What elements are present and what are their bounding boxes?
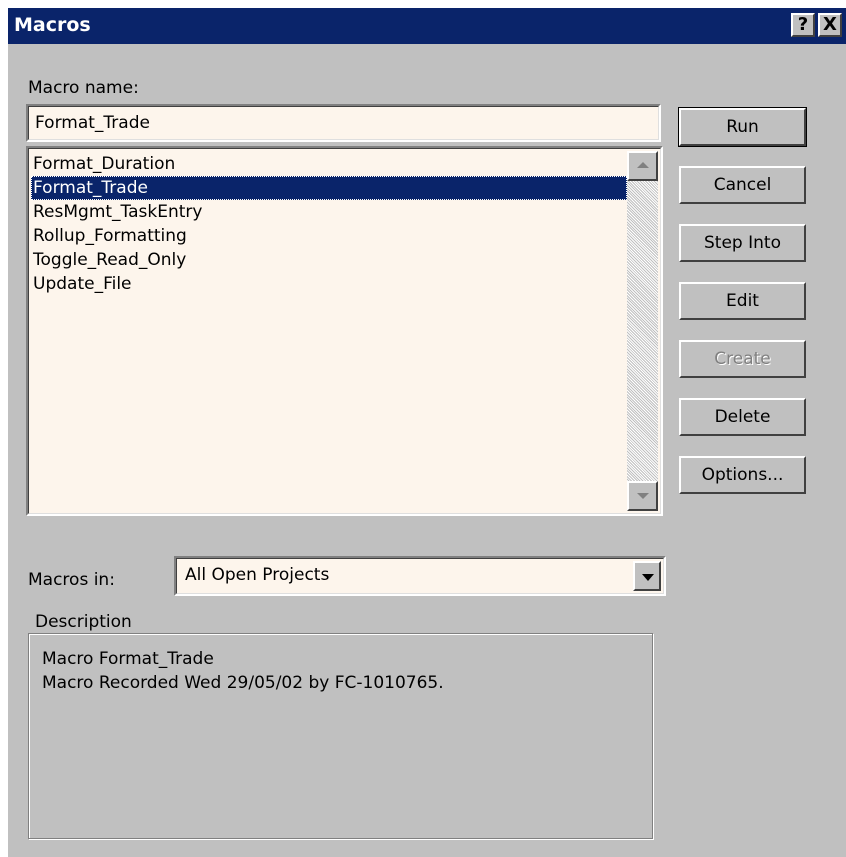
macros-in-dropdown[interactable]: All Open Projects: [174, 556, 666, 596]
edit-button-label: Edit: [726, 291, 759, 311]
arrow-up-icon: [637, 162, 649, 168]
scroll-down-button[interactable]: [627, 481, 658, 511]
run-button-label: Run: [726, 117, 759, 137]
list-item[interactable]: Rollup_Formatting: [31, 224, 187, 248]
create-button-label: Create: [714, 349, 771, 369]
macro-list[interactable]: Format_Duration Format_Trade ResMgmt_Tas…: [26, 146, 663, 516]
scroll-up-button[interactable]: [627, 151, 658, 181]
delete-button-label: Delete: [714, 407, 771, 427]
list-item[interactable]: Update_File: [31, 272, 132, 296]
run-button[interactable]: Run: [678, 107, 807, 147]
macro-name-field[interactable]: [26, 104, 661, 142]
description-line-1: Macro Format_Trade: [42, 649, 214, 669]
cancel-button[interactable]: Cancel: [679, 166, 806, 204]
list-item[interactable]: Format_Duration: [31, 152, 175, 176]
options-button[interactable]: Options...: [679, 456, 806, 494]
description-line-2: Macro Recorded Wed 29/05/02 by FC-101076…: [42, 673, 444, 693]
title-bar[interactable]: Macros ? X: [8, 8, 846, 44]
macros-dialog: Macros ? X Macro name: Format_Duration F…: [8, 8, 846, 857]
window-title: Macros: [14, 14, 91, 36]
step-into-button-label: Step Into: [704, 233, 781, 253]
macros-in-value: All Open Projects: [185, 565, 330, 585]
list-item[interactable]: Toggle_Read_Only: [31, 248, 186, 272]
edit-button[interactable]: Edit: [679, 282, 806, 320]
create-button: Create: [679, 340, 806, 378]
help-button[interactable]: ?: [791, 13, 815, 37]
list-item[interactable]: Format_Trade: [31, 176, 627, 200]
arrow-down-icon: [637, 493, 649, 499]
step-into-button[interactable]: Step Into: [679, 224, 806, 262]
delete-button[interactable]: Delete: [679, 398, 806, 436]
cancel-button-label: Cancel: [713, 175, 772, 195]
chevron-down-icon: [642, 574, 654, 581]
macros-in-label: Macros in:: [28, 570, 115, 590]
options-button-label: Options...: [701, 465, 784, 485]
list-item[interactable]: ResMgmt_TaskEntry: [31, 200, 202, 224]
dropdown-button[interactable]: [633, 561, 661, 591]
list-scrollbar[interactable]: [627, 151, 658, 511]
description-legend: Description: [32, 612, 135, 632]
close-button[interactable]: X: [818, 13, 842, 37]
macro-name-input[interactable]: [31, 109, 651, 137]
macro-name-label: Macro name:: [28, 78, 139, 98]
